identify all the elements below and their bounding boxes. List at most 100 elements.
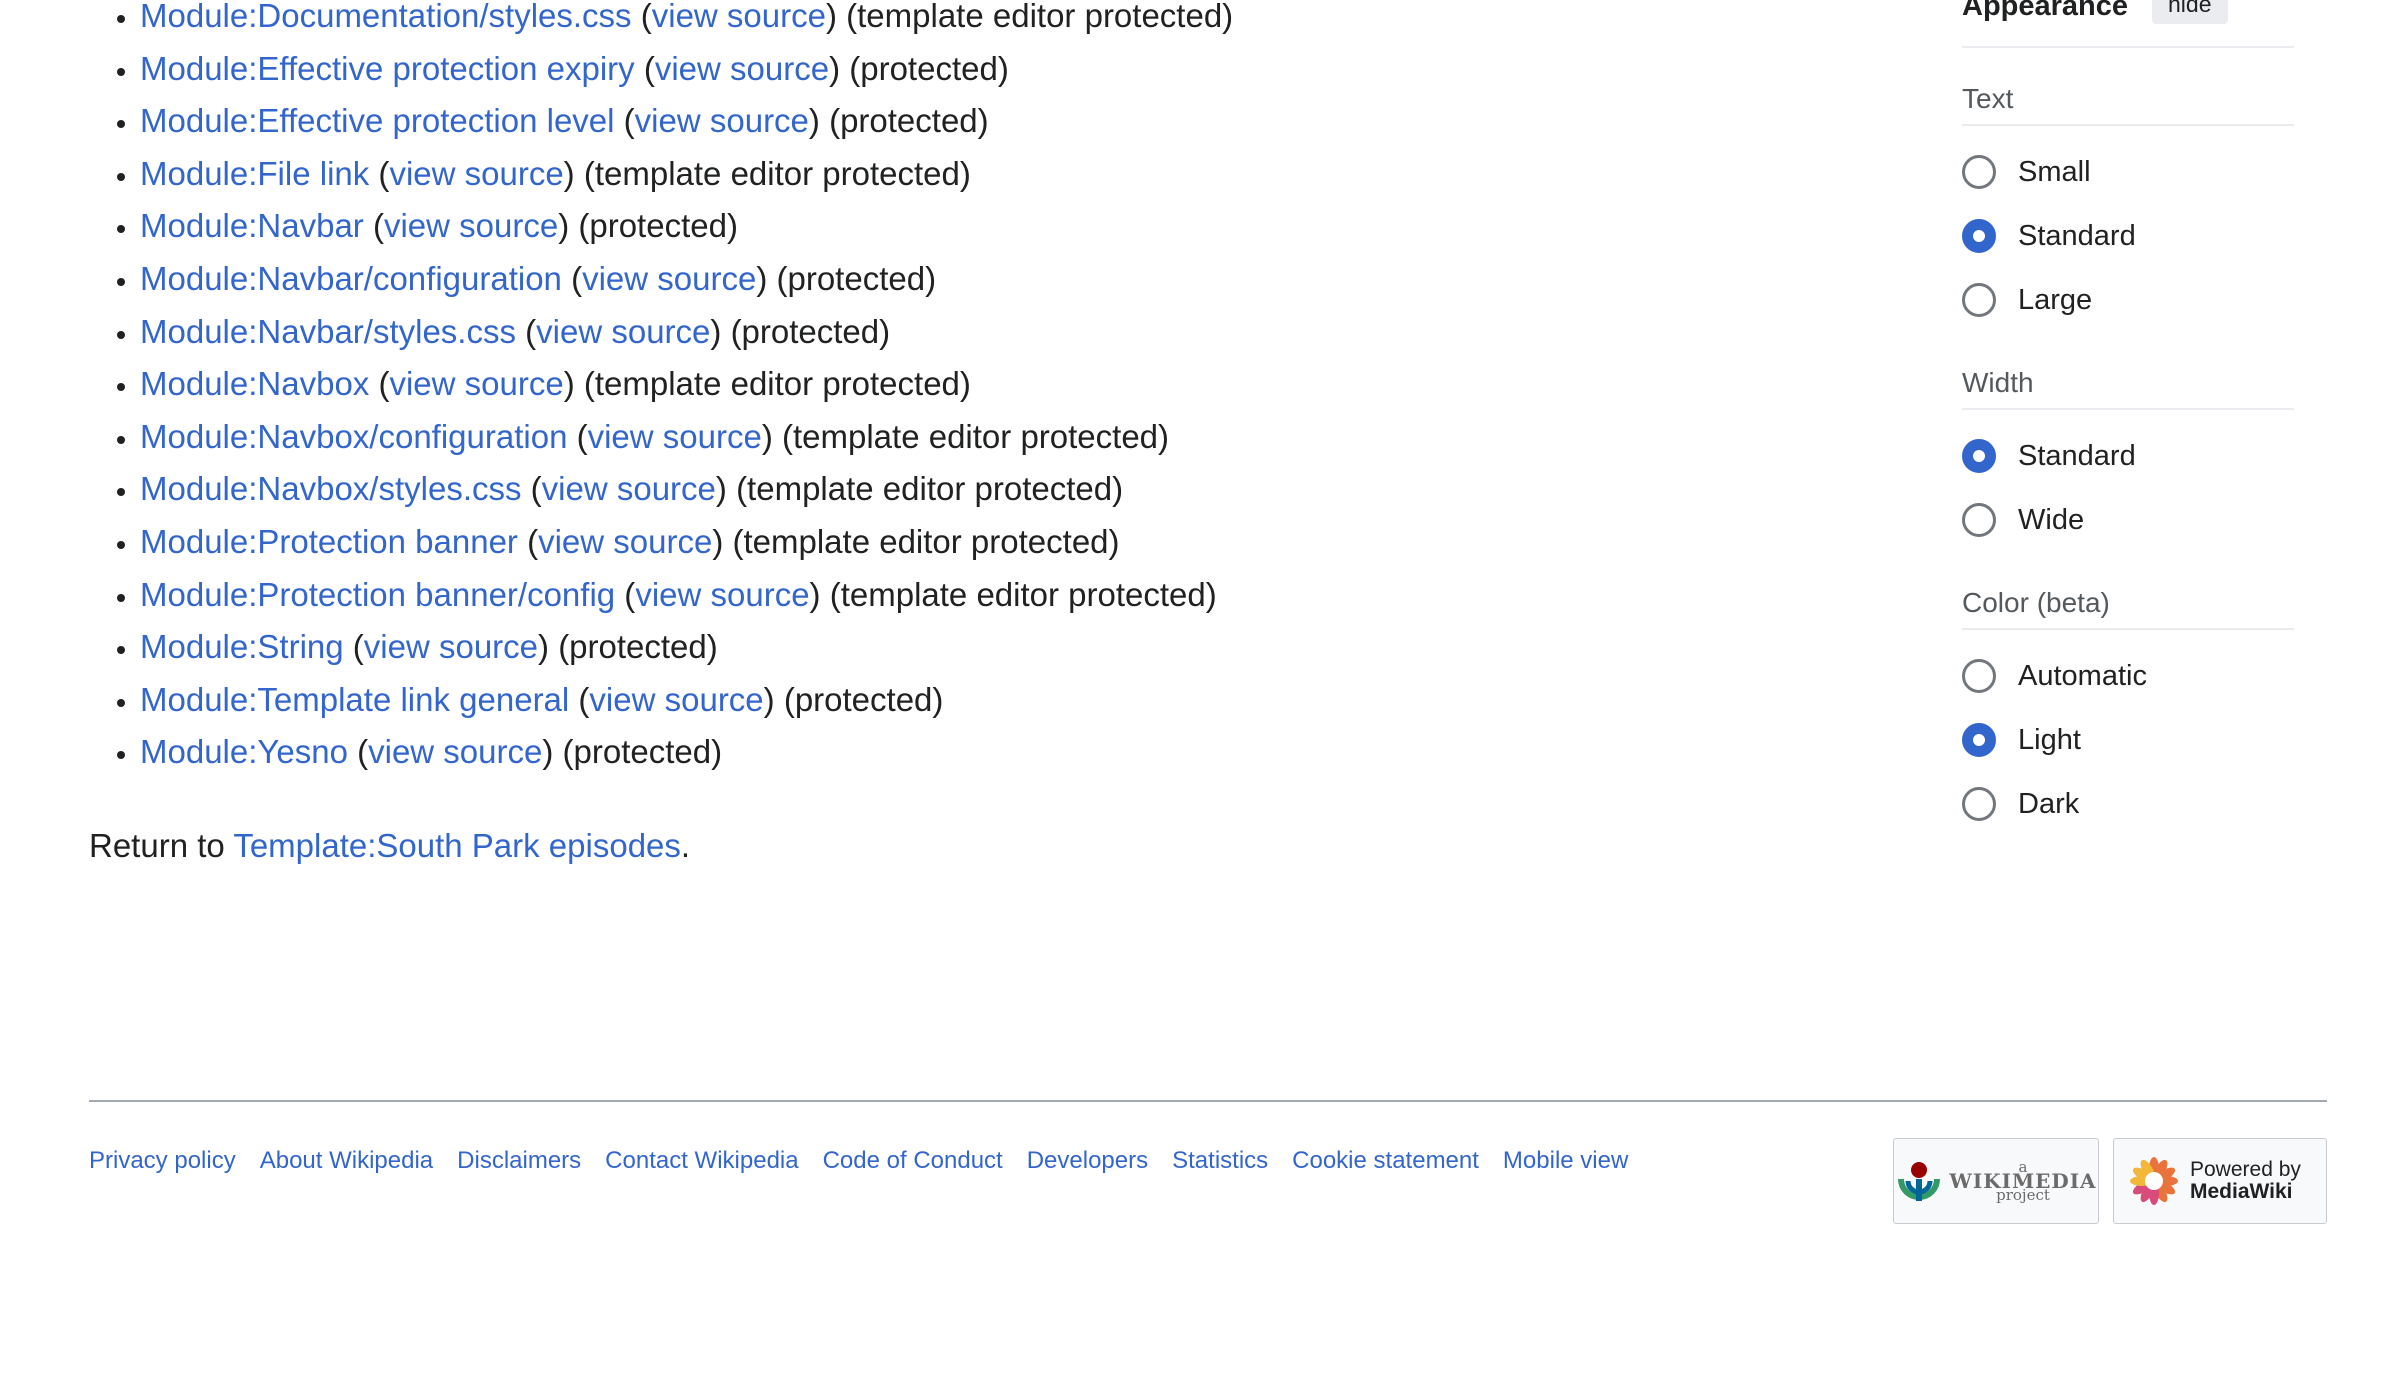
- mediawiki-sunflower-icon: [2130, 1157, 2178, 1205]
- option-small[interactable]: Small: [1962, 140, 2294, 204]
- radio-button[interactable]: [1962, 503, 1996, 537]
- view-source-link[interactable]: view source: [589, 681, 763, 718]
- protection-status: (template editor protected): [736, 470, 1124, 508]
- protection-status: (template editor protected): [846, 0, 1234, 34]
- view-source-link[interactable]: view source: [389, 155, 563, 192]
- module-link[interactable]: Module:Protection banner/config: [140, 576, 615, 613]
- protection-status: (protected): [730, 312, 891, 350]
- radio-button-selected[interactable]: [1962, 219, 1996, 253]
- list-item: Module:Yesno (view source) (protected): [140, 734, 1889, 789]
- footer-link-code-of-conduct[interactable]: Code of Conduct: [823, 1146, 1003, 1176]
- section-title-color: Color (beta): [1962, 578, 2294, 630]
- protection-status: (template editor protected): [829, 575, 1217, 613]
- view-source-link[interactable]: view source: [538, 523, 712, 560]
- footer-link-developers[interactable]: Developers: [1027, 1146, 1148, 1176]
- option-width-wide[interactable]: Wide: [1962, 488, 2294, 552]
- text-size-options: Small Standard Large: [1962, 126, 2294, 332]
- wikimedia-wordmark: a WIKIMEDIA project: [1949, 1160, 2096, 1204]
- protection-status: (protected): [829, 102, 989, 140]
- module-link[interactable]: Module:Navbar/configuration: [140, 260, 562, 297]
- radio-button[interactable]: [1962, 659, 1996, 693]
- list-item: Module:Protection banner (view source) (…: [140, 522, 1889, 579]
- footer-divider: [89, 1100, 2327, 1102]
- module-link[interactable]: Module:Navbox/styles.css: [140, 470, 521, 507]
- view-source-link[interactable]: view source: [384, 207, 558, 244]
- section-title-width: Width: [1962, 358, 2294, 410]
- footer-link-statistics[interactable]: Statistics: [1172, 1146, 1268, 1176]
- view-source-link[interactable]: view source: [389, 365, 563, 402]
- footer-link-disclaimers[interactable]: Disclaimers: [457, 1146, 581, 1176]
- view-source-link[interactable]: view source: [368, 733, 542, 770]
- radio-button[interactable]: [1962, 787, 1996, 821]
- view-source-link[interactable]: view source: [364, 628, 538, 665]
- module-link[interactable]: Module:Effective protection expiry: [140, 50, 635, 87]
- radio-button-selected[interactable]: [1962, 723, 1996, 757]
- protection-status: (protected): [558, 628, 718, 666]
- protection-status: (protected): [562, 733, 723, 771]
- option-dark[interactable]: Dark: [1962, 772, 2294, 836]
- list-item: Module:Navbar/styles.css (view source) (…: [140, 312, 1889, 369]
- module-link[interactable]: Module:Navbox/configuration: [140, 418, 567, 455]
- option-width-standard[interactable]: Standard: [1962, 424, 2294, 488]
- module-link[interactable]: Module:Protection banner: [140, 523, 518, 560]
- view-source-link[interactable]: view source: [655, 50, 829, 87]
- radio-button[interactable]: [1962, 155, 1996, 189]
- return-line: Return to Template:South Park episodes.: [89, 826, 690, 866]
- view-source-link[interactable]: view source: [588, 418, 762, 455]
- return-link[interactable]: Template:South Park episodes: [233, 827, 681, 864]
- radio-button[interactable]: [1962, 283, 1996, 317]
- return-suffix: .: [680, 827, 691, 864]
- mediawiki-powered-by: Powered by: [2190, 1158, 2301, 1181]
- view-source-link[interactable]: view source: [536, 313, 710, 350]
- protection-status: (protected): [578, 207, 738, 245]
- footer-link-contact[interactable]: Contact Wikipedia: [605, 1146, 798, 1176]
- list-item: Module:Effective protection expiry (view…: [140, 49, 1889, 106]
- footer-link-about[interactable]: About Wikipedia: [260, 1146, 433, 1176]
- module-link[interactable]: Module:File link: [140, 155, 369, 192]
- list-item: Module:File link (view source) (template…: [140, 154, 1889, 211]
- module-link[interactable]: Module:Navbar: [140, 207, 364, 244]
- footer-link-privacy[interactable]: Privacy policy: [89, 1146, 236, 1176]
- footer-links: Privacy policy About Wikipedia Disclaime…: [89, 1146, 1628, 1176]
- module-link[interactable]: Module:Yesno: [140, 733, 348, 770]
- view-source-link[interactable]: view source: [652, 0, 826, 34]
- option-label: Standard: [2018, 439, 2136, 472]
- option-automatic[interactable]: Automatic: [1962, 644, 2294, 708]
- option-light[interactable]: Light: [1962, 708, 2294, 772]
- list-item: Module:Effective protection level (view …: [140, 103, 1889, 158]
- mediawiki-name: MediaWiki: [2190, 1180, 2293, 1203]
- radio-button-selected[interactable]: [1962, 439, 1996, 473]
- list-item: Module:Navbox (view source) (template ed…: [140, 366, 1889, 421]
- list-item: Module:String (view source) (protected): [140, 629, 1889, 684]
- view-source-link[interactable]: view source: [635, 576, 809, 613]
- mediawiki-badge[interactable]: Powered by MediaWiki: [2113, 1138, 2327, 1224]
- option-standard[interactable]: Standard: [1962, 204, 2294, 268]
- module-link[interactable]: Module:Navbox: [140, 365, 369, 402]
- view-source-link[interactable]: view source: [635, 102, 809, 139]
- protection-status: (protected): [776, 259, 937, 297]
- footer-link-cookie[interactable]: Cookie statement: [1292, 1146, 1479, 1176]
- protection-status: (template editor protected): [732, 522, 1120, 560]
- appearance-header: Appearance hide: [1962, 0, 2294, 48]
- option-label: Light: [2018, 723, 2081, 756]
- option-label: Dark: [2018, 787, 2080, 820]
- option-large[interactable]: Large: [1962, 268, 2294, 332]
- wikimedia-logo-icon: [1898, 1162, 1941, 1201]
- view-source-link[interactable]: view source: [542, 470, 716, 507]
- module-link[interactable]: Module:Navbar/styles.css: [140, 313, 516, 350]
- list-item: Module:Navbox/styles.css (view source) (…: [140, 471, 1889, 526]
- module-link[interactable]: Module:String: [140, 628, 344, 665]
- footer-link-mobile[interactable]: Mobile view: [1503, 1146, 1628, 1176]
- module-link[interactable]: Module:Documentation/styles.css: [140, 0, 632, 34]
- protection-status: (template editor protected): [583, 154, 971, 192]
- protection-status: (protected): [849, 49, 1009, 87]
- protection-status: (template editor protected): [782, 417, 1170, 455]
- wikimedia-project: project: [1996, 1186, 2050, 1204]
- module-link[interactable]: Module:Effective protection level: [140, 102, 615, 139]
- wikimedia-badge[interactable]: a WIKIMEDIA project: [1893, 1138, 2099, 1224]
- list-item: Module:Navbar/configuration (view source…: [140, 259, 1889, 316]
- module-link[interactable]: Module:Template link general: [140, 681, 569, 718]
- view-source-link[interactable]: view source: [582, 260, 756, 297]
- mediawiki-wordmark: Powered by MediaWiki: [2190, 1159, 2301, 1203]
- hide-button[interactable]: hide: [2152, 0, 2228, 24]
